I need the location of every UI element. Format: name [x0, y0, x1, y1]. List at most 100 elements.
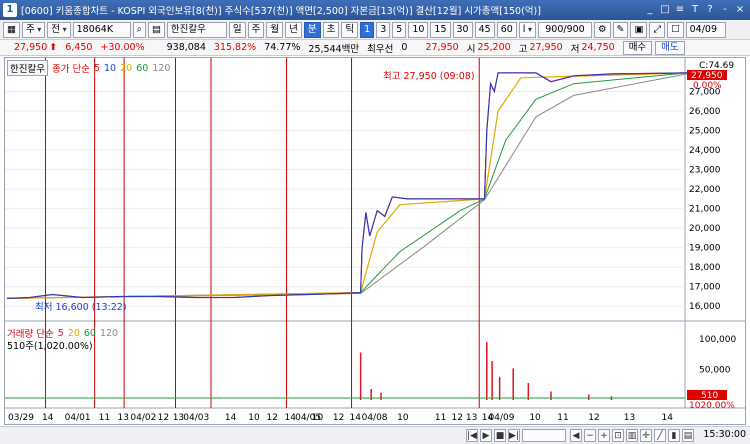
x-tick-label: 14	[42, 413, 54, 423]
price-tick-label: 22,000	[689, 185, 721, 195]
scroll-track[interactable]	[522, 429, 566, 442]
minute-3-button[interactable]: 3	[376, 21, 391, 38]
vol-ma20-legend: 20	[67, 327, 80, 339]
x-tick-label: 04/01	[65, 413, 91, 423]
count-field[interactable]: 900/900	[537, 21, 592, 38]
turnover-rate: 74.77%	[264, 42, 301, 53]
market-select[interactable]: 전	[47, 21, 71, 38]
prev-icon[interactable]: ◀	[570, 429, 582, 442]
minute-5-button[interactable]: 5	[392, 21, 407, 38]
price-tick-label: 23,000	[689, 166, 721, 176]
high-label: 고	[518, 43, 528, 55]
layout-icon[interactable]: ▤	[682, 429, 694, 442]
x-tick-label: 04/09	[489, 413, 515, 423]
font-icon[interactable]: T	[688, 3, 702, 17]
x-tick-label: 04/03	[183, 413, 209, 423]
tab-second[interactable]: 초	[322, 21, 340, 38]
minimize-icon[interactable]: _	[643, 3, 657, 17]
zoom-in-icon[interactable]: +	[598, 429, 610, 442]
c-label: C:74.69	[699, 61, 734, 71]
checkbox-icon[interactable]: ☐	[667, 21, 684, 38]
price-line	[6, 72, 688, 299]
price-legend-type: 종가 단순	[51, 64, 90, 75]
buy-button[interactable]: 매수	[622, 40, 653, 55]
tools-icon[interactable]: ✎	[612, 21, 629, 38]
x-tick-label: 12	[158, 413, 169, 423]
minute-15-button[interactable]: 15	[430, 21, 451, 38]
preferred-label: 최우선	[367, 43, 394, 55]
low-label: 저	[570, 43, 580, 55]
line-icon[interactable]: ╱	[654, 429, 666, 442]
stock-code-input[interactable]: 18064K	[72, 21, 131, 38]
expand-icon[interactable]: ⤢	[649, 21, 666, 38]
minute-60-button[interactable]: 60	[496, 21, 517, 38]
tab-year[interactable]: 년	[285, 21, 302, 38]
price-legend: 한진칼우 종가 단순 5 10 20 60 120	[7, 60, 170, 76]
price-volume-chart[interactable]: 16,000 17,000 18,000 19,000 20,000 21,000 22,0…	[5, 58, 745, 424]
candle-icon[interactable]: ▮	[668, 429, 680, 442]
help-icon[interactable]: ?	[703, 3, 717, 17]
x-tick-label: 13	[466, 413, 477, 423]
first-icon[interactable]: |◀	[466, 429, 478, 442]
x-tick-label: 12	[333, 413, 344, 423]
price-tick-label: 20,000	[689, 224, 721, 234]
open-value: 25,200	[477, 42, 511, 53]
window-title: [0600] 키움종합차트 - KOSPI 외국인보유[8(천)] 주식수[53…	[21, 6, 541, 17]
x-tick-label: 04/02	[130, 413, 156, 423]
grid-icon[interactable]: ▦	[3, 21, 20, 38]
ma20-line	[6, 72, 688, 299]
app-icon: 1	[3, 3, 17, 17]
chart-panel[interactable]: 16,000 17,000 18,000 19,000 20,000 21,000 22,0…	[4, 57, 746, 425]
zoom-out-icon[interactable]: −	[584, 429, 596, 442]
minute-45-button[interactable]: 45	[474, 21, 495, 38]
low-annotation: 최저 16,600 (13:22)	[35, 302, 127, 313]
x-tick-label: 10	[397, 413, 409, 423]
stop-icon[interactable]: ■	[494, 429, 506, 442]
stock-lookup-icon[interactable]: ▤	[147, 21, 165, 38]
cursor-icon[interactable]: ✛	[640, 429, 652, 442]
window-buttons: _ □ ≡ T ? ‐ ×	[643, 3, 750, 17]
x-tick-label: 11	[435, 413, 446, 423]
volume-ratio: 315.82%	[213, 42, 257, 53]
volume-info: 510주(1,020.00%)	[7, 341, 93, 352]
tab-tick[interactable]: 틱	[341, 21, 359, 38]
vol-ma60-legend: 60	[83, 327, 96, 339]
close-value: 27,950	[425, 42, 459, 53]
x-tick-label: 10	[248, 413, 260, 423]
trade-amount: 25,544백만	[308, 43, 360, 55]
period-select[interactable]: 주	[21, 21, 46, 38]
price-legend-name[interactable]: 한진칼우	[7, 60, 48, 76]
close-icon[interactable]: ×	[733, 3, 747, 17]
tab-day[interactable]: 일	[228, 21, 246, 38]
sell-button[interactable]: 매도	[655, 40, 685, 55]
x-tick-label: 13	[624, 413, 635, 423]
open-label: 시	[466, 43, 476, 55]
ma60-legend: 60	[136, 62, 149, 74]
minute-30-button[interactable]: 30	[452, 21, 473, 38]
minute-1-button[interactable]: 1	[360, 21, 375, 38]
search-icon[interactable]: ⌕	[132, 21, 146, 38]
x-tick-label: 04/08	[362, 413, 388, 423]
count-type-select[interactable]: l	[518, 21, 536, 38]
maximize-icon[interactable]: □	[658, 3, 672, 17]
dash-icon[interactable]: ‐	[718, 3, 732, 17]
next-icon[interactable]: ▶|	[508, 429, 520, 442]
stock-name-field[interactable]: 한진칼우	[166, 21, 227, 38]
tab-month[interactable]: 월	[266, 21, 284, 38]
low-value: 24,750	[581, 42, 615, 53]
volume-tick-label: 100,000	[699, 335, 736, 345]
tab-week[interactable]: 주	[247, 21, 265, 38]
fit-icon[interactable]: ⊡	[612, 429, 624, 442]
title-bar: 1 [0600] 키움종합차트 - KOSPI 외국인보유[8(천)] 주식수[…	[0, 0, 750, 20]
settings-icon[interactable]: ⚙	[593, 21, 611, 38]
play-icon[interactable]: ▶	[480, 429, 492, 442]
x-tick-label: 14	[225, 413, 237, 423]
date-field[interactable]: 04/09	[685, 21, 726, 38]
minute-10-button[interactable]: 10	[408, 21, 429, 38]
tab-minute[interactable]: 분	[303, 21, 321, 38]
bars-icon[interactable]: ▥	[626, 429, 638, 442]
ma5-legend: 5	[93, 62, 100, 74]
x-tick-label: 12	[266, 413, 277, 423]
menu-icon[interactable]: ≡	[673, 3, 687, 17]
save-icon[interactable]: ▣	[630, 21, 648, 38]
